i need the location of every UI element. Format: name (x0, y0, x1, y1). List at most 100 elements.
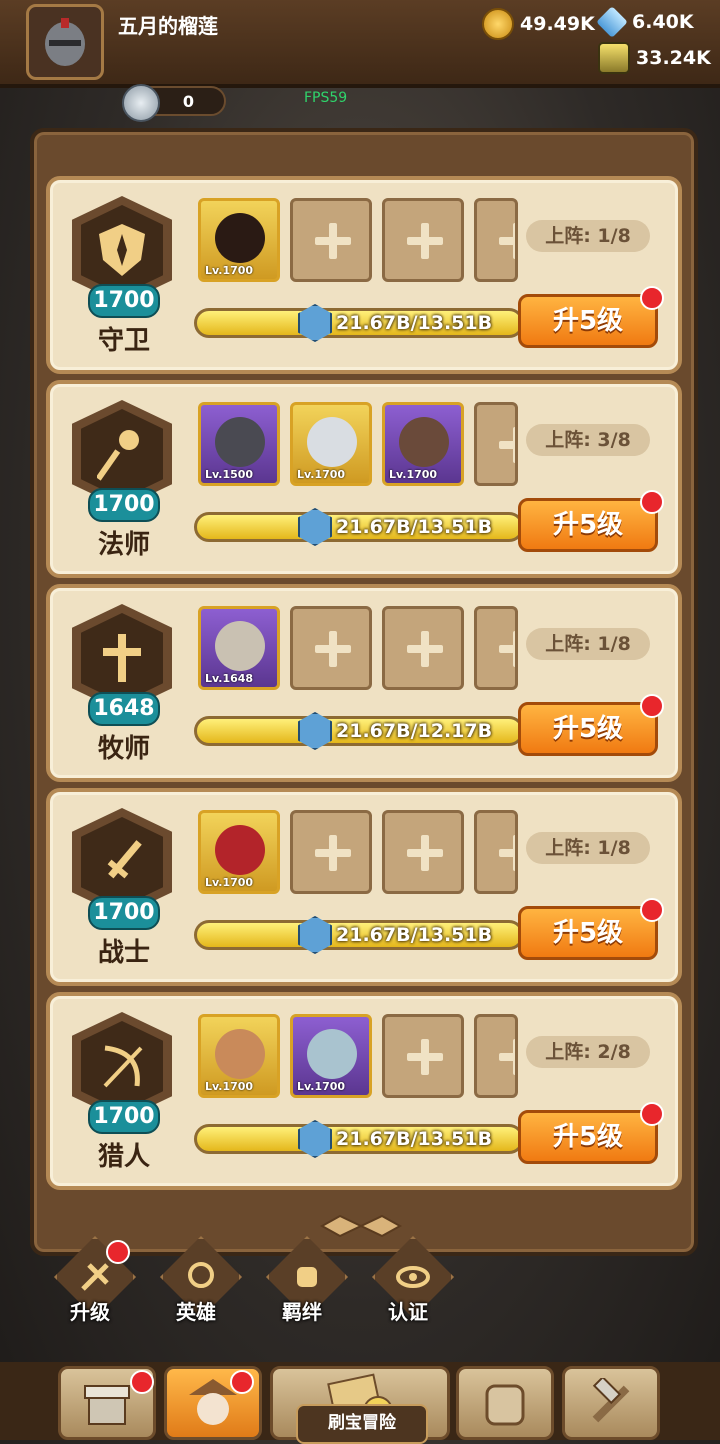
hero-portrait (215, 621, 265, 671)
plus-icon (407, 631, 443, 667)
class-level-badge: 1700 (88, 896, 160, 930)
exp-text: 21.67B/13.51B (336, 312, 493, 334)
upgrade-button[interactable]: 升5级 (518, 906, 658, 960)
upgrade-button[interactable]: 升5级 (518, 294, 658, 348)
player-avatar[interactable] (26, 4, 104, 80)
class-name: 守卫 (97, 326, 150, 356)
tab-upgrade[interactable]: 升级 (54, 1236, 136, 1324)
class-card-mage: 1700 法师 Lv.1500 Lv.1700 Lv.1700 上阵: 3/8 … (46, 380, 682, 578)
hero-portrait (307, 1029, 357, 1079)
hero-level: Lv.1700 (297, 468, 346, 481)
notification-dot (640, 694, 664, 718)
plus-icon (315, 223, 351, 259)
hero-slot[interactable]: Lv.1700 (198, 1014, 280, 1098)
collapse-chevron-icon[interactable] (318, 1214, 404, 1238)
deploy-count: 上阵: 1/8 (526, 832, 650, 864)
tab-certify[interactable]: 认证 (372, 1236, 454, 1324)
empty-hero-slot[interactable] (382, 810, 464, 894)
hero-portrait (307, 417, 357, 467)
plus-icon (407, 223, 443, 259)
notification-dot (106, 1240, 130, 1264)
plus-icon (499, 631, 515, 667)
class-name: 战士 (97, 938, 150, 968)
gold-resource[interactable]: 49.49K (482, 8, 595, 40)
backpack-icon (485, 1384, 525, 1426)
class-level-badge: 1700 (88, 1100, 160, 1134)
hero-slot[interactable]: Lv.1700 (382, 402, 464, 486)
hero-slot[interactable]: Lv.1700 (198, 810, 280, 894)
cross-icon (103, 634, 141, 682)
class-name: 牧师 (97, 734, 150, 764)
hero-slot[interactable]: Lv.1700 (198, 198, 280, 282)
hero-portrait (399, 417, 449, 467)
notification-dot (640, 1102, 664, 1126)
staff-icon (97, 430, 139, 481)
class-level-badge: 1700 (88, 488, 160, 522)
notification-dot (230, 1370, 254, 1394)
hero-slot[interactable]: Lv.1500 (198, 402, 280, 486)
empty-hero-slot[interactable] (290, 810, 372, 894)
hero-level: Lv.1700 (205, 264, 254, 277)
empty-hero-slot[interactable] (382, 606, 464, 690)
crystal-amount: 6.40K (632, 11, 694, 33)
deploy-count: 上阵: 3/8 (526, 424, 650, 456)
class-card-guardian: 1700 守卫 Lv.1700 上阵: 1/8 21.67B/13.51B 升5… (46, 176, 682, 374)
upgrade-button[interactable]: 升5级 (518, 702, 658, 756)
class-name: 猎人 (97, 1142, 150, 1172)
empty-hero-slot[interactable] (474, 810, 518, 894)
plus-icon (315, 631, 351, 667)
exp-text: 21.67B/13.51B (336, 516, 493, 538)
tab-label: 英雄 (176, 1300, 216, 1324)
potion-resource[interactable]: 33.24K (598, 42, 711, 74)
gold-amount: 49.49K (520, 13, 595, 35)
deploy-count: 上阵: 2/8 (526, 1036, 650, 1068)
class-card-warrior: 1700 战士 Lv.1700 上阵: 1/8 21.67B/13.51B 升5… (46, 788, 682, 986)
empty-hero-slot[interactable] (474, 402, 518, 486)
hero-portrait (215, 1029, 265, 1079)
empty-hero-slot[interactable] (474, 606, 518, 690)
tab-label: 羁绊 (282, 1300, 322, 1324)
empty-hero-slot[interactable] (382, 198, 464, 282)
class-name: 法师 (97, 530, 150, 560)
hero-slot[interactable]: Lv.1700 (290, 1014, 372, 1098)
notification-dot (640, 898, 664, 922)
backpack-nav-button[interactable] (456, 1366, 554, 1440)
tab-heroes[interactable]: 英雄 (160, 1236, 242, 1324)
plus-icon (315, 835, 351, 871)
forge-nav-button[interactable] (562, 1366, 660, 1440)
empty-hero-slot[interactable] (290, 606, 372, 690)
hero-level: Lv.1700 (205, 876, 254, 889)
gold-coin-icon (482, 8, 514, 40)
crystal-resource[interactable]: 6.40K (596, 6, 694, 38)
upgrade-button[interactable]: 升5级 (518, 498, 658, 552)
silver-coin-icon (122, 84, 160, 122)
empty-hero-slot[interactable] (290, 198, 372, 282)
hero-level: Lv.1648 (205, 672, 254, 685)
adventure-label: 刷宝冒险 (296, 1404, 428, 1444)
bow-icon (103, 1045, 143, 1088)
class-card-hunter: 1700 猎人 Lv.1700 Lv.1700 上阵: 2/8 21.67B/1… (46, 992, 682, 1190)
plus-icon (499, 835, 515, 871)
tab-bonds[interactable]: 羁绊 (266, 1236, 348, 1324)
empty-hero-slot[interactable] (474, 1014, 518, 1098)
deploy-count: 上阵: 1/8 (526, 220, 650, 252)
exp-text: 21.67B/13.51B (336, 924, 493, 946)
tab-label: 认证 (388, 1300, 428, 1324)
potion-amount: 33.24K (636, 47, 711, 69)
notification-dot (640, 286, 664, 310)
upgrade-button[interactable]: 升5级 (518, 1110, 658, 1164)
empty-hero-slot[interactable] (474, 198, 518, 282)
empty-hero-slot[interactable] (382, 1014, 464, 1098)
hero-level: Lv.1500 (205, 468, 254, 481)
hero-level: Lv.1700 (297, 1080, 346, 1093)
deploy-count: 上阵: 1/8 (526, 628, 650, 660)
class-card-priest: 1648 牧师 Lv.1648 上阵: 1/8 21.67B/12.17B 升5… (46, 584, 682, 782)
plus-icon (499, 427, 515, 463)
knight-helmet-icon (45, 18, 85, 66)
hero-slot[interactable]: Lv.1648 (198, 606, 280, 690)
potion-jar-icon (598, 42, 630, 74)
hero-portrait (215, 417, 265, 467)
class-level-badge: 1648 (88, 692, 160, 726)
hero-slot[interactable]: Lv.1700 (290, 402, 372, 486)
shield-icon (99, 224, 145, 276)
